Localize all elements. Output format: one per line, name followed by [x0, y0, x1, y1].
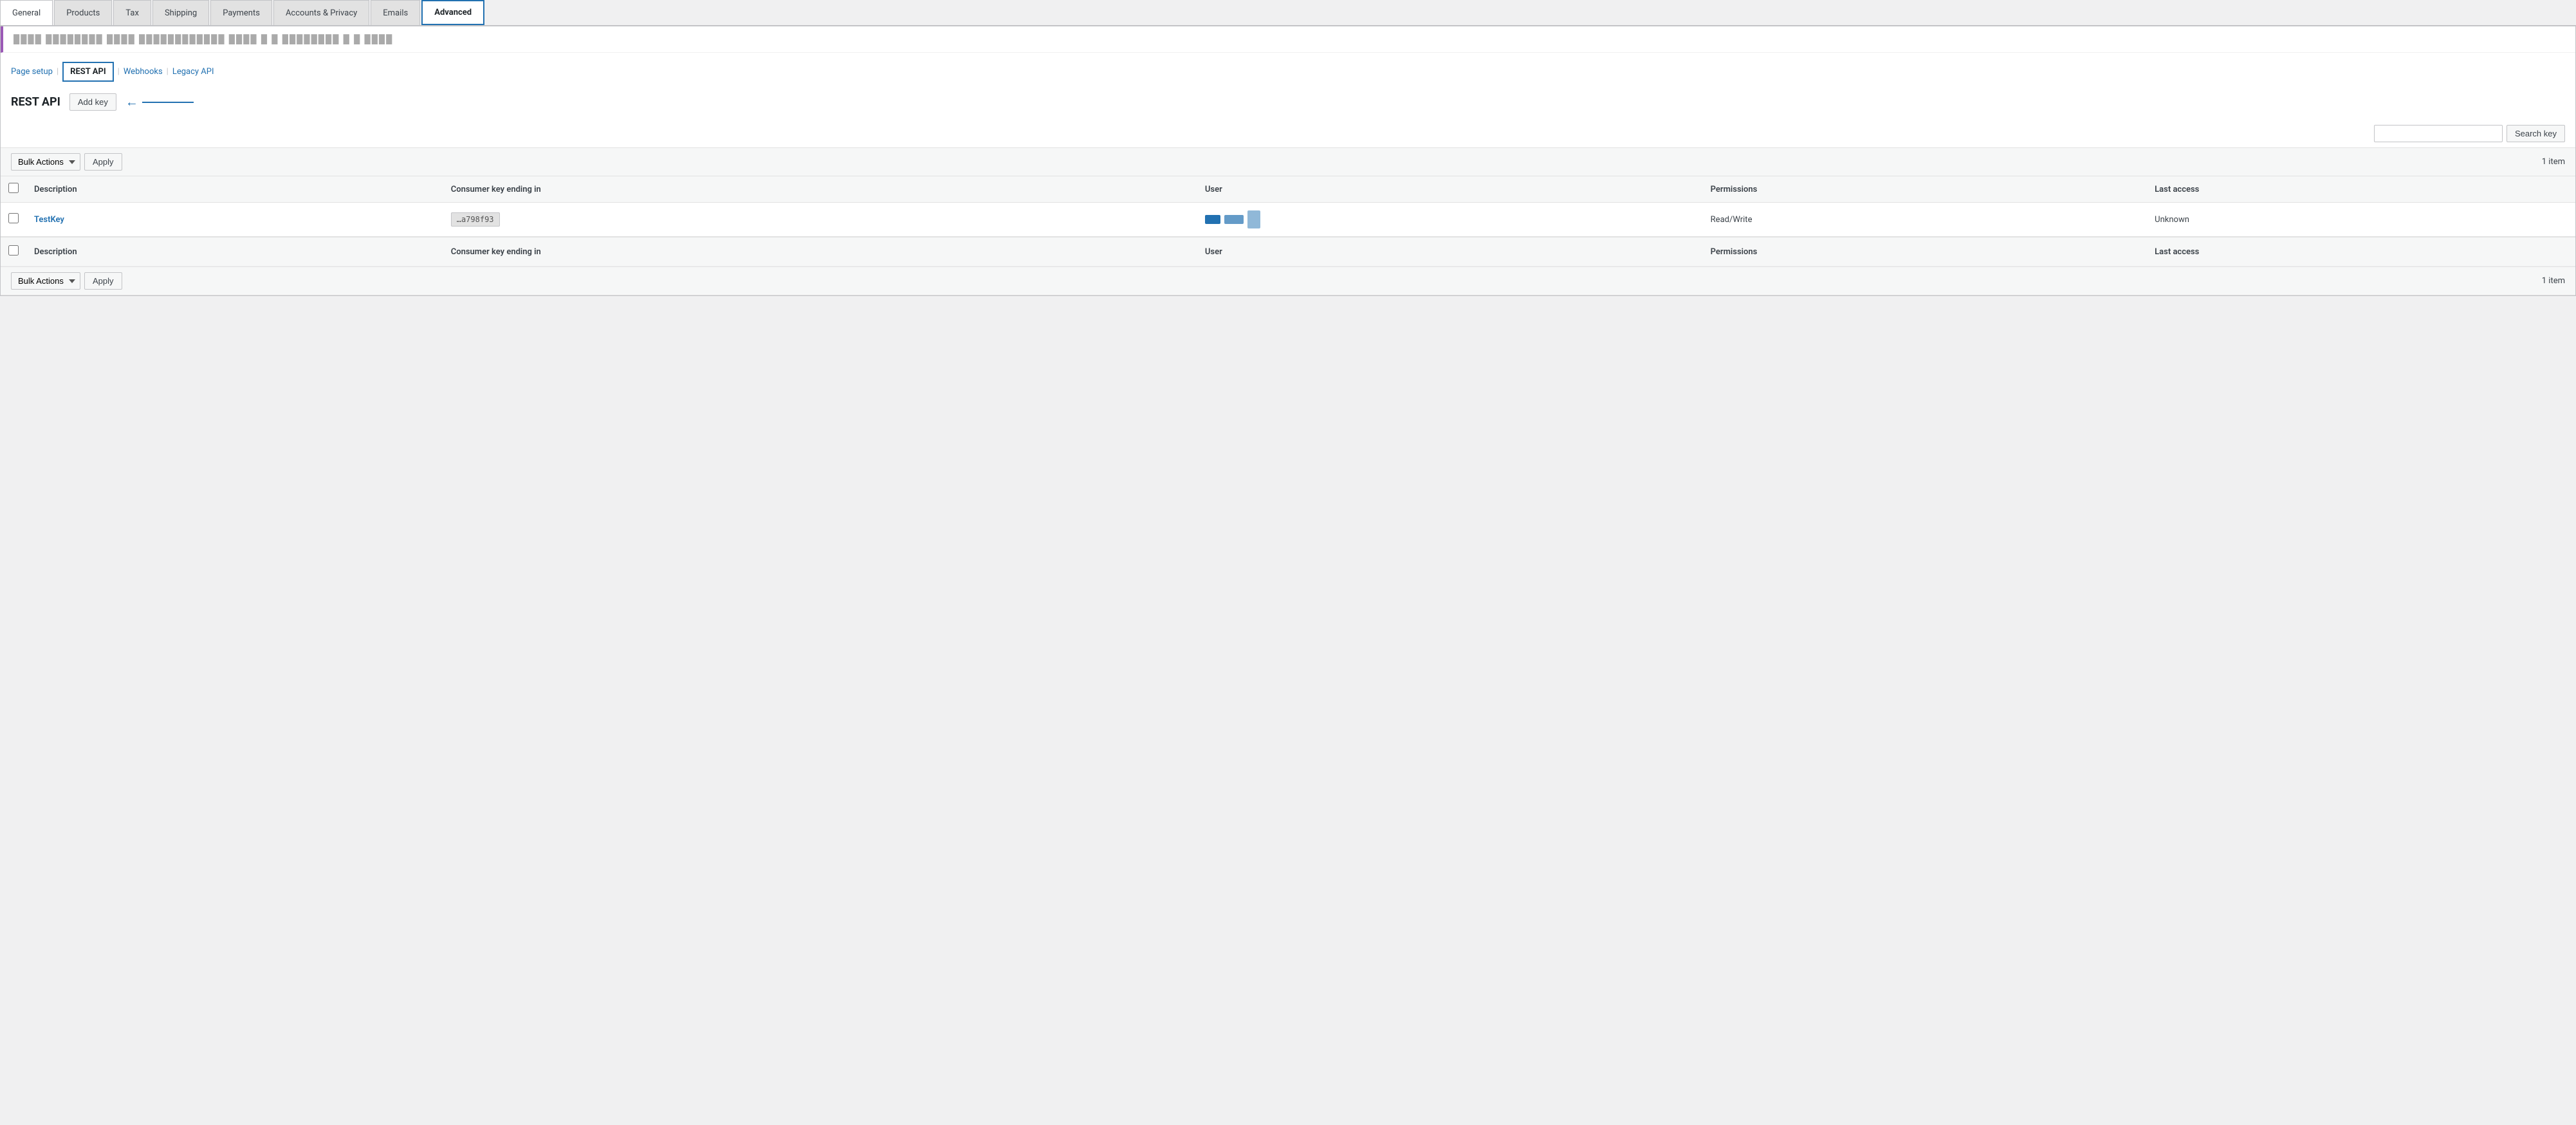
sub-tab-webhooks[interactable]: Webhooks [124, 63, 163, 80]
table-row-last-access-cell: Unknown [2147, 203, 2575, 237]
table-row-user-cell [1197, 203, 1703, 237]
bulk-actions-top-row: Bulk Actions Delete Apply 1 item [1, 147, 2575, 176]
search-bar-row: Search key [1, 120, 2575, 147]
table-header-row: Description Consumer key ending in User … [1, 176, 2575, 203]
bulk-actions-top-apply-button[interactable]: Apply [84, 153, 122, 171]
table-bottom-header-description: Description [26, 237, 443, 266]
bulk-actions-top-item-count: 1 item [2542, 157, 2565, 167]
user-avatar-block-3 [1247, 210, 1260, 228]
bulk-actions-bottom-left: Bulk Actions Delete Apply [11, 272, 122, 290]
table-bottom-header-row: Description Consumer key ending in User … [1, 237, 2575, 266]
notice-text: ████ ████████ ████ ████████████ ████ █ █… [14, 35, 393, 44]
user-avatar-block-1 [1205, 215, 1220, 224]
tab-emails[interactable]: Emails [371, 0, 420, 25]
table-header-user: User [1197, 176, 1703, 203]
table-bottom-header-user: User [1197, 237, 1703, 266]
tab-general[interactable]: General [0, 0, 53, 25]
bulk-actions-top-select[interactable]: Bulk Actions Delete [11, 153, 80, 171]
arrow-line [142, 102, 194, 103]
table-row-checkbox-cell [1, 203, 26, 237]
tabs-bar: General Products Tax Shipping Payments A… [0, 0, 2576, 26]
table-bottom-header-consumer-key: Consumer key ending in [443, 237, 1197, 266]
table-row-permissions-cell: Read/Write [1703, 203, 2147, 237]
search-key-input[interactable] [2374, 125, 2503, 142]
table-header-permissions: Permissions [1703, 176, 2147, 203]
user-avatar-block-2 [1224, 215, 1244, 224]
table-row-consumer-key-cell: …a798f93 [443, 203, 1197, 237]
bulk-actions-bottom-apply-button[interactable]: Apply [84, 272, 122, 290]
tab-payments[interactable]: Payments [210, 0, 272, 25]
table-header-checkbox [1, 176, 26, 203]
table-row-description-cell: TestKey [26, 203, 443, 237]
tab-products[interactable]: Products [54, 0, 112, 25]
table-header-last-access: Last access [2147, 176, 2575, 203]
table-row: TestKey …a798f93 Read/Write [1, 203, 2575, 237]
table-header-description: Description [26, 176, 443, 203]
bulk-actions-bottom-select[interactable]: Bulk Actions Delete [11, 272, 80, 290]
consumer-key-badge: …a798f93 [451, 212, 500, 227]
notice-bar: ████ ████████ ████ ████████████ ████ █ █… [1, 26, 2575, 53]
table-bottom-header-checkbox-input[interactable] [8, 245, 19, 256]
permissions-value: Read/Write [1711, 215, 1753, 225]
tab-accounts-privacy[interactable]: Accounts & Privacy [273, 0, 369, 25]
sub-tab-rest-api[interactable]: REST API [62, 62, 114, 82]
table-row-checkbox-input[interactable] [8, 213, 19, 223]
content-area: ████ ████████ ████ ████████████ ████ █ █… [0, 26, 2576, 296]
last-access-value: Unknown [2155, 215, 2189, 225]
rest-api-header: REST API Add key ← [1, 82, 2575, 120]
table-bottom-header-last-access: Last access [2147, 237, 2575, 266]
search-key-button[interactable]: Search key [2507, 125, 2565, 142]
table-header-checkbox-input[interactable] [8, 183, 19, 193]
add-key-button[interactable]: Add key [69, 93, 116, 111]
rest-api-table: Description Consumer key ending in User … [1, 176, 2575, 266]
sub-tabs: Page setup | REST API | Webhooks | Legac… [1, 53, 2575, 82]
bulk-actions-bottom-row: Bulk Actions Delete Apply 1 item [1, 266, 2575, 295]
bulk-actions-top-left: Bulk Actions Delete Apply [11, 153, 122, 171]
bulk-actions-bottom-item-count: 1 item [2542, 276, 2565, 286]
arrow-indicator: ← [125, 94, 138, 110]
sub-tab-sep-1: | [57, 67, 59, 77]
table-header-consumer-key: Consumer key ending in [443, 176, 1197, 203]
tab-shipping[interactable]: Shipping [152, 0, 209, 25]
sub-tab-sep-2: | [118, 67, 120, 77]
rest-api-title: REST API [11, 95, 60, 109]
tab-advanced[interactable]: Advanced [421, 0, 484, 25]
sub-tab-legacy-api[interactable]: Legacy API [172, 63, 214, 80]
sub-tab-page-setup[interactable]: Page setup [11, 63, 53, 80]
tab-tax[interactable]: Tax [113, 0, 151, 25]
sub-tab-sep-3: | [167, 67, 169, 77]
test-key-link[interactable]: TestKey [34, 215, 64, 225]
table-container: Description Consumer key ending in User … [1, 176, 2575, 266]
table-bottom-header-checkbox-cell [1, 237, 26, 266]
user-cell-content [1205, 210, 1695, 228]
table-bottom-header-permissions: Permissions [1703, 237, 2147, 266]
